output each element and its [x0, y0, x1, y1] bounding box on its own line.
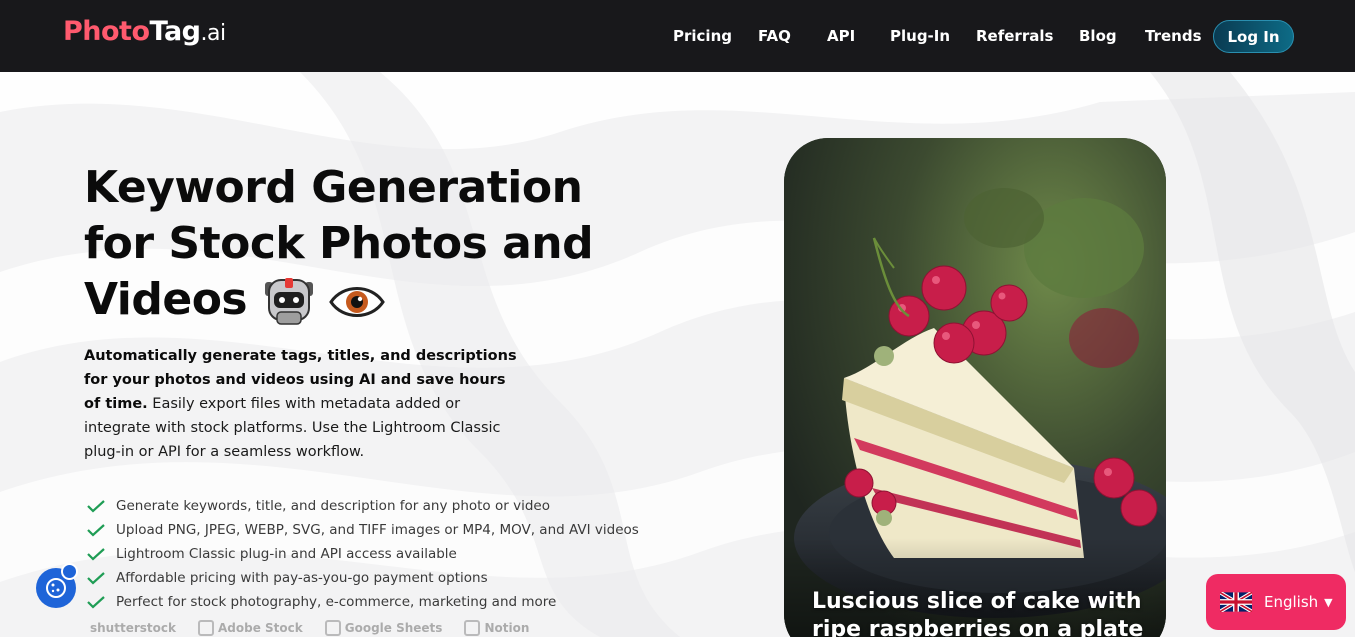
nav-link-pricing[interactable]: Pricing [673, 27, 732, 45]
language-selector[interactable]: English ▼ [1206, 574, 1346, 630]
hero-title: Keyword Generation for Stock Photos and … [84, 160, 604, 330]
partner-notion: Notion [464, 620, 529, 636]
partner-notion-label: Notion [484, 621, 530, 635]
eye-icon [329, 287, 385, 317]
phone-preview-card: Luscious slice of cake with ripe raspber… [784, 138, 1166, 637]
nav-link-trends[interactable]: Trends [1145, 27, 1202, 45]
adobe-stock-icon [197, 620, 214, 636]
nav-link-faq[interactable]: FAQ [758, 27, 791, 45]
feature-text: Generate keywords, title, and descriptio… [116, 498, 550, 514]
partner-shutterstock: shutterstock [90, 621, 176, 635]
feature-text: Perfect for stock photography, e-commerc… [116, 594, 557, 610]
check-icon [87, 548, 105, 561]
feature-text: Affordable pricing with pay-as-you-go pa… [116, 570, 488, 586]
nav-link-referrals[interactable]: Referrals [976, 27, 1053, 45]
language-label: English [1264, 593, 1319, 611]
feature-item: Perfect for stock photography, e-commerc… [86, 590, 639, 614]
hero-title-line-3-wrap: Videos [84, 272, 604, 330]
notion-icon [464, 620, 481, 636]
hero-title-line-1: Keyword Generation [84, 162, 583, 213]
cookie-gear-icon [61, 563, 78, 580]
phone-caption: Luscious slice of cake with ripe raspber… [812, 589, 1144, 637]
cake-photo [784, 138, 1166, 637]
hero-title-line-3: Videos [84, 274, 248, 325]
feature-item: Upload PNG, JPEG, WEBP, SVG, and TIFF im… [86, 518, 639, 542]
hero-emojis [261, 274, 385, 330]
check-icon [87, 524, 105, 537]
feature-item: Generate keywords, title, and descriptio… [86, 494, 639, 518]
hero-description: Automatically generate tags, titles, and… [84, 344, 524, 464]
google-sheets-icon [324, 620, 341, 636]
robot-icon [265, 278, 314, 325]
feature-list: Generate keywords, title, and descriptio… [86, 494, 639, 614]
partner-adobe-stock-label: Adobe Stock [217, 621, 303, 635]
check-icon [87, 596, 105, 609]
uk-flag-icon [1220, 592, 1252, 612]
nav-link-plugin[interactable]: Plug-In [890, 27, 950, 45]
login-button[interactable]: Log In [1213, 20, 1294, 53]
feature-item: Lightroom Classic plug-in and API access… [86, 542, 639, 566]
nav-links: Pricing FAQ API Plug-In Referrals Blog T… [0, 0, 1355, 72]
check-icon [87, 572, 105, 585]
partner-google-sheets: Google Sheets [324, 620, 443, 636]
feature-item: Affordable pricing with pay-as-you-go pa… [86, 566, 639, 590]
nav-link-api[interactable]: API [827, 27, 855, 45]
partner-logos: shutterstock Adobe Stock Google Sheets N… [90, 620, 529, 636]
hero-title-line-2: for Stock Photos and [84, 218, 594, 269]
caret-down-icon: ▼ [1324, 595, 1333, 609]
nav-link-blog[interactable]: Blog [1079, 27, 1117, 45]
top-navbar: Photo Tag .ai Pricing FAQ API Plug-In Refe… [0, 0, 1355, 72]
cookie-icon [46, 578, 66, 598]
feature-text: Lightroom Classic plug-in and API access… [116, 546, 457, 562]
feature-text: Upload PNG, JPEG, WEBP, SVG, and TIFF im… [116, 522, 639, 538]
partner-google-sheets-label: Google Sheets [344, 621, 443, 635]
partner-adobe-stock: Adobe Stock [197, 620, 303, 636]
check-icon [87, 500, 105, 513]
